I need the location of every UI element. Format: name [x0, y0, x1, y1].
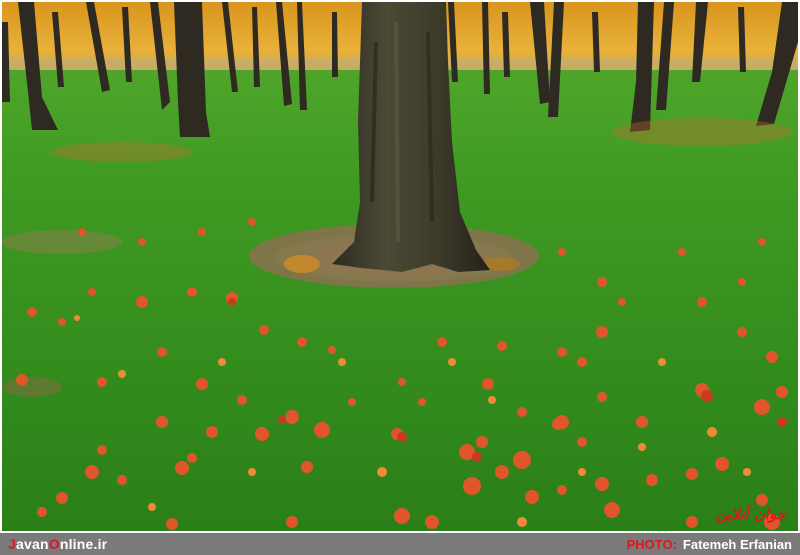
- site-name-part-2: nline.ir: [59, 536, 108, 552]
- photo-credit: PHOTO: Fatemeh Erfanian: [627, 537, 792, 552]
- watermark: جوان آنلاین: [715, 505, 786, 523]
- site-name-accent-o: O: [48, 536, 60, 552]
- photo-scene: [2, 2, 798, 531]
- site-name: JavanOnline.ir: [8, 536, 107, 552]
- caption-bar: JavanOnline.ir PHOTO: Fatemeh Erfanian: [0, 533, 800, 555]
- photographer-name: Fatemeh Erfanian: [682, 536, 792, 552]
- photo-credit-label: PHOTO:: [626, 536, 677, 552]
- site-name-part-1: avan: [16, 536, 49, 552]
- site-name-accent-j: J: [8, 536, 16, 552]
- photo-frame: جوان آنلاین JavanOnline.ir PHOTO: Fatemeh…: [0, 0, 800, 555]
- autumn-park-photo: جوان آنلاین: [2, 2, 798, 531]
